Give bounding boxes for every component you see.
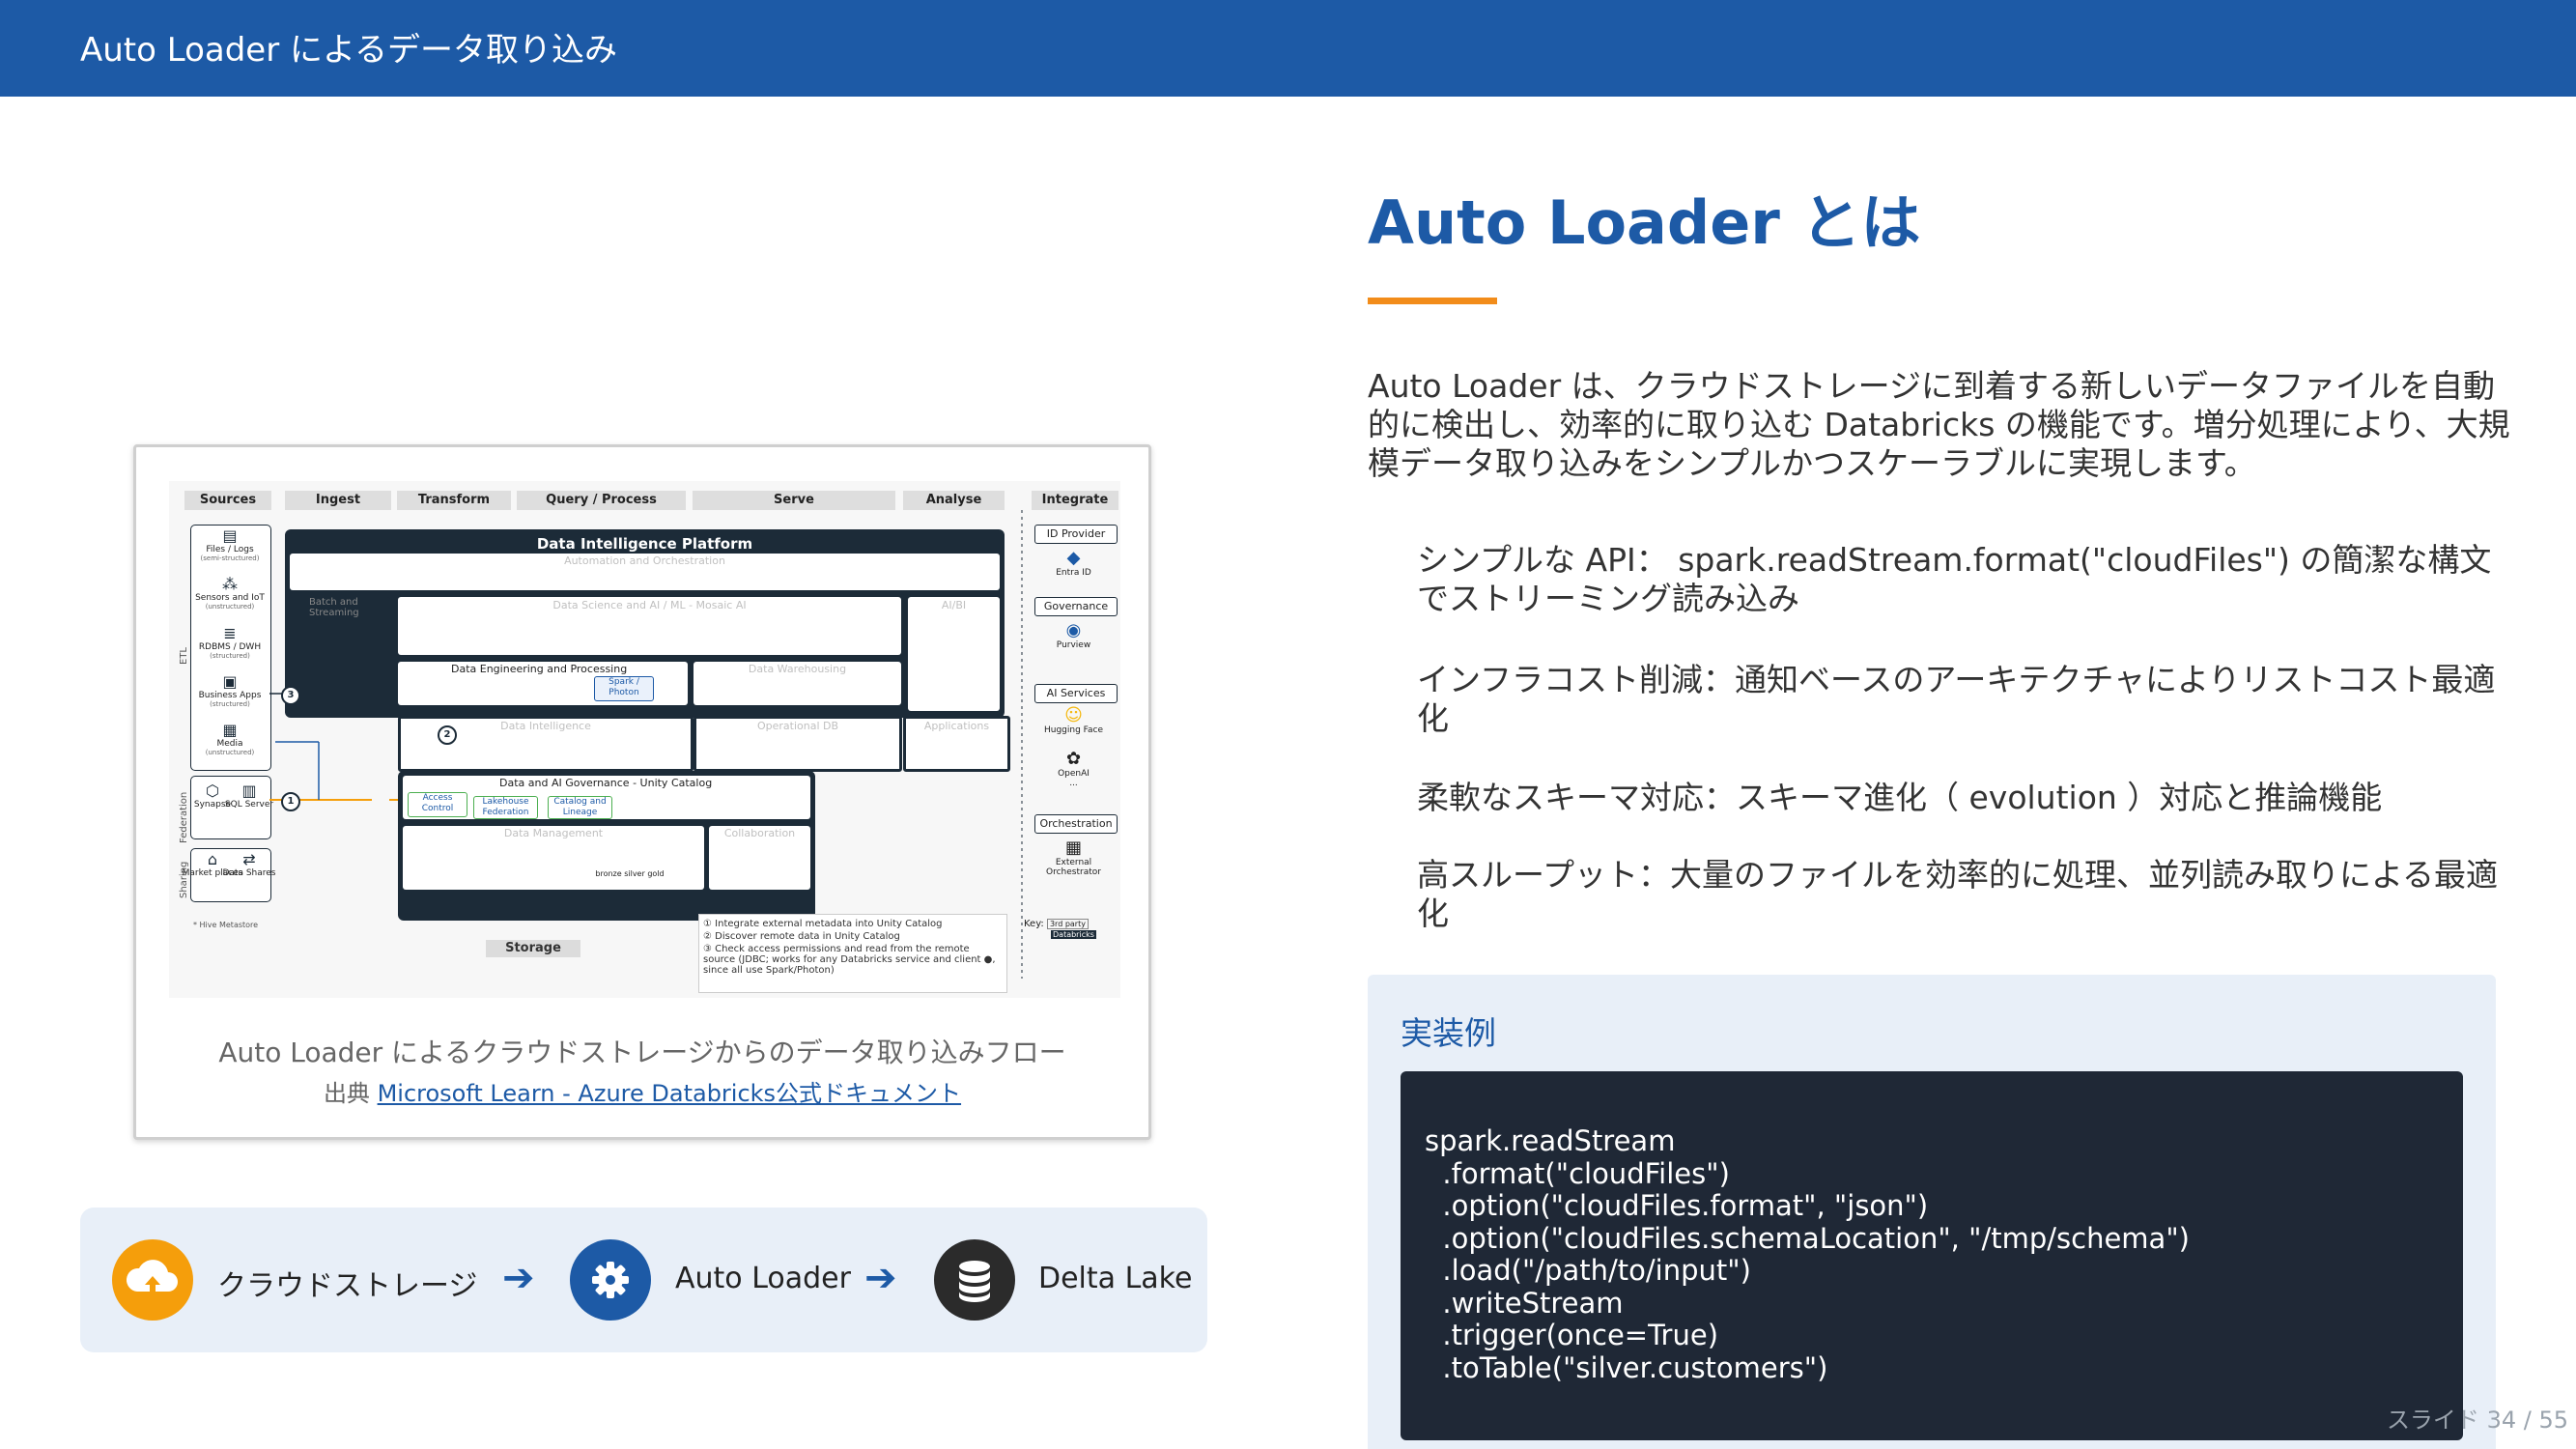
openai: ✿ OpenAI... — [1027, 749, 1120, 789]
feature-schema: 柔軟なスキーマ対応：スキーマ進化（ evolution ）対応と推論機能 — [1417, 779, 2383, 816]
key-third-party: 3rd party — [1046, 919, 1089, 929]
purview-icon: ◉ — [1065, 620, 1082, 640]
architecture-diagram: Sources Ingest Transform Query / Process… — [169, 481, 1120, 998]
key-databricks: Databricks — [1051, 930, 1096, 939]
figure-caption: Auto Loader によるクラウドストレージからのデータ取り込みフロー — [218, 1037, 1066, 1068]
medallion-label: bronze silver gold — [595, 869, 665, 878]
calendar-icon: ▦ — [1064, 838, 1082, 858]
storage-label: Storage — [486, 940, 580, 957]
hugging-face: ☺ Hugging Face — [1027, 705, 1120, 736]
gear-icon — [570, 1239, 651, 1321]
cell-collaboration: Collaboration — [709, 826, 810, 890]
source-prefix: 出典 — [323, 1080, 370, 1107]
header-title: Auto Loader によるデータ取り込み — [80, 31, 617, 70]
entra-id: ◆ Entra ID — [1027, 548, 1120, 579]
cell-automation: Automation and Orchestration — [290, 554, 1000, 590]
cell-batch: Batch and Streaming — [290, 597, 390, 711]
hugging-face-label: Hugging Face — [1043, 725, 1104, 735]
hugging-face-icon: ☺ — [1064, 705, 1083, 725]
code-block: spark.readStream .format("cloudFiles") .… — [1401, 1071, 2463, 1440]
tag-orchestration: Orchestration — [1034, 814, 1118, 834]
legend-item-3-text: Check access permissions and read from t… — [703, 944, 996, 976]
lakehouse-federation-box: Lakehouse Federation — [473, 796, 538, 819]
section-title: Auto Loader とは — [1368, 187, 1921, 258]
step-2-marker: 2 — [438, 725, 457, 745]
legend-item-1: ① Integrate external metadata into Unity… — [703, 919, 943, 929]
feature-cost-reduction: インフラコスト削減：通知ベースのアーキテクチャによりリストコスト最適化 — [1417, 661, 2496, 737]
cell-operational: Operational DB — [694, 716, 902, 772]
example-title: 実装例 — [1401, 1014, 1496, 1052]
governance-block: Data and AI Governance - Unity Catalog A… — [398, 771, 815, 921]
hive-note: * Hive Metastore — [193, 921, 259, 929]
intro-paragraph: Auto Loader は、クラウドストレージに到着する新しいデータファイルを自… — [1368, 367, 2510, 482]
entra-label: Entra ID — [1056, 568, 1091, 578]
tag-ai-services: AI Services — [1034, 684, 1118, 703]
openai-label: OpenAI — [1058, 769, 1090, 779]
flow-arrow-2: ➔ — [864, 1256, 897, 1300]
flow-step-cloud-storage: クラウドストレージ — [217, 1269, 478, 1303]
data-intelligence-platform: Data Intelligence Platform Automation an… — [285, 529, 1005, 718]
legend-item-2-text: Discover remote data in Unity Catalog — [715, 931, 900, 942]
feature-simple-api: シンプルな API： spark.readStream.format("clou… — [1417, 541, 2492, 617]
tag-id-provider: ID Provider — [1034, 525, 1118, 544]
cell-applications: Applications — [903, 716, 1010, 772]
entra-icon: ◆ — [1066, 548, 1081, 568]
step-1-marker: 1 — [281, 792, 300, 811]
diagram-legend: ① Integrate external metadata into Unity… — [698, 914, 1007, 993]
title-accent-bar — [1368, 298, 1497, 304]
purview-label: Purview — [1056, 640, 1091, 650]
header-bar: Auto Loader によるデータ取り込み — [0, 0, 2576, 97]
feature-throughput: 高スループット：大量のファイルを効率的に処理、並列読み取りによる最適化 — [1417, 856, 2499, 932]
key-label: Key: — [1024, 919, 1044, 929]
step-3-marker: 3 — [281, 686, 300, 705]
source-link[interactable]: Microsoft Learn - Azure Databricks公式ドキュメ… — [378, 1080, 961, 1107]
catalog-lineage-box: Catalog and Lineage — [548, 796, 612, 819]
cloud-upload-icon — [112, 1239, 193, 1321]
platform-title: Data Intelligence Platform — [536, 535, 753, 553]
cell-ds-ml: Data Science and AI / ML - Mosaic AI — [398, 597, 901, 655]
cell-warehousing: Data Warehousing — [694, 662, 901, 705]
figure-source: 出典 Microsoft Learn - Azure Databricks公式ド… — [133, 1074, 1151, 1108]
spark-photon-box: Spark / Photon — [594, 676, 654, 701]
tag-governance: Governance — [1034, 597, 1118, 616]
cell-aibi: AI/BI — [908, 597, 1000, 711]
more-dots: ... — [1069, 779, 1078, 788]
purview: ◉ Purview — [1027, 620, 1120, 651]
openai-icon: ✿ — [1065, 749, 1082, 769]
example-panel: 実装例 spark.readStream .format("cloudFiles… — [1368, 975, 2496, 1449]
legend-item-2: ② Discover remote data in Unity Catalog — [703, 931, 900, 942]
flow-step-delta-lake: Delta Lake — [1038, 1262, 1193, 1295]
flow-arrow-1: ➔ — [502, 1256, 535, 1300]
access-control-box: Access Control — [408, 792, 467, 817]
code-text: spark.readStream .format("cloudFiles") .… — [1425, 1124, 2190, 1384]
legend-item-3: ③ Check access permissions and read from… — [703, 944, 996, 976]
diagram-key: Key: 3rd party Databricks — [1024, 919, 1096, 940]
database-icon — [934, 1239, 1015, 1321]
slide-number: スライド 34 / 55 — [2386, 1406, 2568, 1434]
legend-item-1-text: Integrate external metadata into Unity C… — [715, 919, 943, 929]
ingestion-flow: クラウドストレージ ➔ Auto Loader ➔ Delta Lake — [80, 1208, 1207, 1352]
flow-step-auto-loader: Auto Loader — [675, 1262, 851, 1295]
external-orchestrator-label: External Orchestrator — [1046, 858, 1101, 877]
external-orchestrator: ▦ External Orchestrator — [1027, 838, 1120, 878]
